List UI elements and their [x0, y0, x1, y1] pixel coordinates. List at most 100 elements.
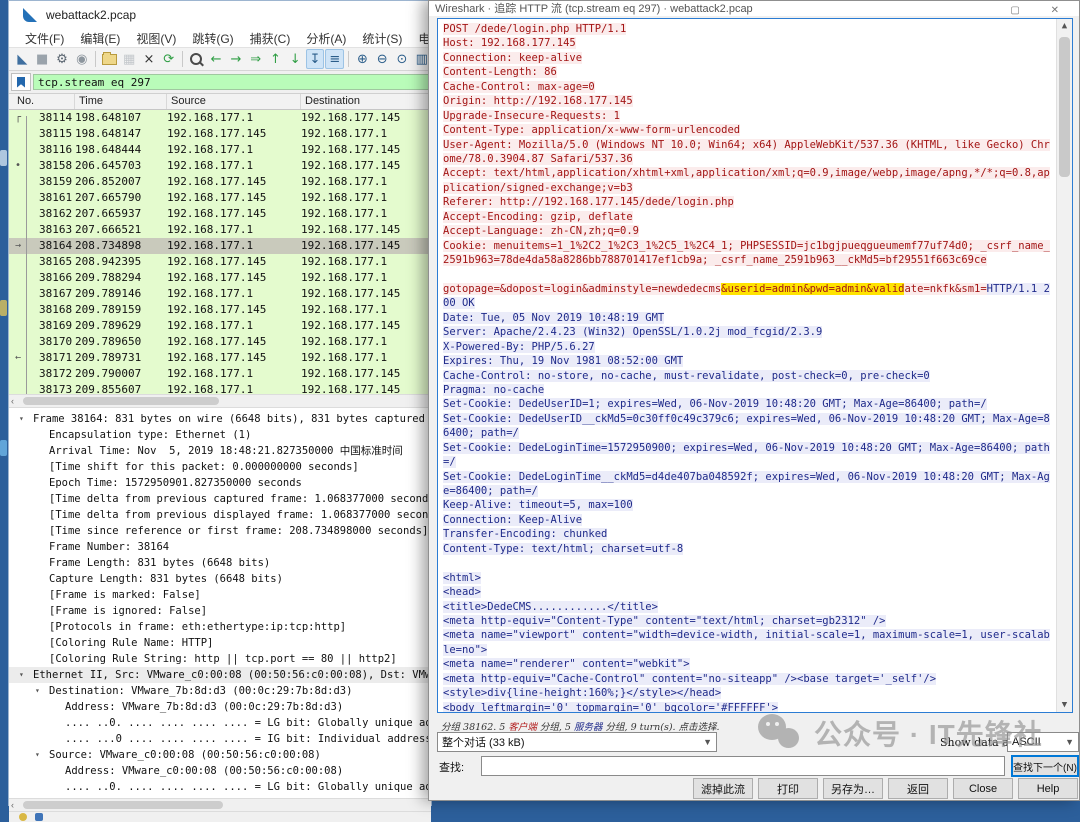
details-hscrollbar[interactable]: ‹: [9, 798, 431, 812]
dialog-window-controls[interactable]: ▢ ✕: [1010, 5, 1073, 16]
close-button[interactable]: Close: [953, 778, 1013, 799]
packet-row[interactable]: 38164208.734898192.168.177.1192.168.177.…: [9, 238, 431, 254]
expert-info-icon[interactable]: [19, 813, 27, 821]
packet-row[interactable]: 38114198.648107192.168.177.1192.168.177.…: [9, 110, 431, 126]
detail-line[interactable]: Arrival Time: Nov 5, 2019 18:48:21.82735…: [9, 443, 431, 459]
packet-row[interactable]: 38115198.648147192.168.177.145192.168.17…: [9, 126, 431, 142]
hscroll-thumb[interactable]: [23, 397, 219, 405]
expand-arrow-icon[interactable]: ▾: [35, 683, 40, 699]
filter-out-stream-button[interactable]: 滤掉此流: [693, 778, 753, 799]
go-first-packet-icon[interactable]: ↑: [266, 49, 285, 69]
packet-row[interactable]: 38162207.665937192.168.177.145192.168.17…: [9, 206, 431, 222]
show-data-as-select[interactable]: ASCII ▼: [1007, 732, 1079, 752]
detail-line[interactable]: [Coloring Rule String: http || tcp.port …: [9, 651, 431, 667]
detail-line[interactable]: Encapsulation type: Ethernet (1): [9, 427, 431, 443]
packet-row[interactable]: 38159206.852007192.168.177.145192.168.17…: [9, 174, 431, 190]
scroll-down-icon[interactable]: ▼: [1057, 698, 1072, 712]
packet-row[interactable]: 38168209.789159192.168.177.145192.168.17…: [9, 302, 431, 318]
detail-line[interactable]: [Time delta from previous displayed fram…: [9, 507, 431, 523]
packet-row[interactable]: 38161207.665790192.168.177.145192.168.17…: [9, 190, 431, 206]
expand-arrow-icon[interactable]: ▾: [35, 747, 40, 763]
stream-vscrollbar[interactable]: ▲ ▼: [1056, 19, 1072, 712]
detail-line[interactable]: [Time shift for this packet: 0.000000000…: [9, 459, 431, 475]
scroll-left-icon[interactable]: ‹: [11, 799, 14, 811]
go-forward-icon[interactable]: →: [227, 49, 246, 69]
scroll-up-icon[interactable]: ▲: [1057, 19, 1072, 33]
close-file-icon[interactable]: ×: [140, 49, 159, 69]
menu-edit[interactable]: 编辑(E): [72, 30, 128, 47]
detail-line[interactable]: [Time delta from previous captured frame…: [9, 491, 431, 507]
menu-go[interactable]: 跳转(G): [184, 30, 241, 47]
conversation-select[interactable]: 整个对话 (33 kB) ▼: [437, 732, 717, 752]
dialog-title-bar[interactable]: Wireshark · 追踪 HTTP 流 (tcp.stream eq 297…: [429, 1, 1079, 16]
detail-line[interactable]: ▾Frame 38164: 831 bytes on wire (6648 bi…: [9, 411, 431, 427]
stream-content[interactable]: POST /dede/login.php HTTP/1.1Host: 192.1…: [437, 18, 1073, 713]
scroll-left-icon[interactable]: ‹: [11, 395, 14, 407]
help-button[interactable]: Help: [1018, 778, 1078, 799]
go-back-icon[interactable]: ←: [207, 49, 226, 69]
detail-line[interactable]: Frame Number: 38164: [9, 539, 431, 555]
detail-line[interactable]: ▾Destination: VMware_7b:8d:d3 (00:0c:29:…: [9, 683, 431, 699]
find-next-button[interactable]: 查找下一个(N): [1011, 755, 1079, 777]
detail-line[interactable]: Address: VMware_7b:8d:d3 (00:0c:29:7b:8d…: [9, 699, 431, 715]
detail-line[interactable]: [Frame is ignored: False]: [9, 603, 431, 619]
hscroll-thumb[interactable]: [23, 801, 223, 809]
reload-file-icon[interactable]: ⟳: [159, 49, 178, 69]
packet-row[interactable]: 38169209.789629192.168.177.1192.168.177.…: [9, 318, 431, 334]
detail-line[interactable]: Capture Length: 831 bytes (6648 bits): [9, 571, 431, 587]
detail-line[interactable]: .... ..0. .... .... .... .... = LG bit: …: [9, 715, 431, 731]
detail-line[interactable]: [Protocols in frame: eth:ethertype:ip:tc…: [9, 619, 431, 635]
menu-file[interactable]: 文件(F): [17, 30, 72, 47]
auto-scroll-icon[interactable]: ↧: [306, 49, 325, 69]
open-file-icon[interactable]: [100, 49, 119, 69]
detail-line[interactable]: [Time since reference or first frame: 20…: [9, 523, 431, 539]
detail-line[interactable]: Frame Length: 831 bytes (6648 bits): [9, 555, 431, 571]
go-last-packet-icon[interactable]: ↓: [286, 49, 305, 69]
packet-row[interactable]: 38116198.648444192.168.177.1192.168.177.…: [9, 142, 431, 158]
vscroll-thumb[interactable]: [1059, 37, 1070, 177]
detail-line[interactable]: Epoch Time: 1572950901.827350000 seconds: [9, 475, 431, 491]
detail-line[interactable]: ▾Source: VMware_c0:00:08 (00:50:56:c0:00…: [9, 747, 431, 763]
go-to-packet-icon[interactable]: ⇒: [246, 49, 265, 69]
detail-line[interactable]: [Coloring Rule Name: HTTP]: [9, 635, 431, 651]
zoom-in-icon[interactable]: ⊕: [353, 49, 372, 69]
column-header-time[interactable]: Time: [75, 94, 167, 109]
packet-row[interactable]: 38165208.942395192.168.177.145192.168.17…: [9, 254, 431, 270]
start-capture-icon[interactable]: ◣: [13, 49, 32, 69]
colorize-icon[interactable]: ≡: [325, 49, 344, 69]
packet-row[interactable]: 38158206.645703192.168.177.1192.168.177.…: [9, 158, 431, 174]
menu-analyze[interactable]: 分析(A): [298, 30, 354, 47]
packet-row[interactable]: 38170209.789650192.168.177.145192.168.17…: [9, 334, 431, 350]
packet-row[interactable]: 38171209.789731192.168.177.145192.168.17…: [9, 350, 431, 366]
zoom-original-icon[interactable]: ⊙: [393, 49, 412, 69]
menu-capture[interactable]: 捕获(C): [242, 30, 299, 47]
print-button[interactable]: 打印: [758, 778, 818, 799]
column-header-no[interactable]: No.: [9, 94, 75, 109]
column-header-source[interactable]: Source: [167, 94, 301, 109]
detail-line[interactable]: Address: VMware_c0:00:08 (00:50:56:c0:00…: [9, 763, 431, 779]
packet-list-hscrollbar[interactable]: ‹: [9, 394, 431, 408]
main-title-bar[interactable]: webattack2.pcap: [9, 1, 431, 29]
back-button[interactable]: 返回: [888, 778, 948, 799]
detail-line[interactable]: [Frame is marked: False]: [9, 587, 431, 603]
detail-line[interactable]: ▾Ethernet II, Src: VMware_c0:00:08 (00:5…: [9, 667, 431, 683]
expand-arrow-icon[interactable]: ▾: [19, 667, 24, 683]
menu-statistics[interactable]: 统计(S): [354, 30, 410, 47]
expand-arrow-icon[interactable]: ▾: [19, 411, 24, 427]
save-as-button[interactable]: 另存为…: [823, 778, 883, 799]
find-packet-icon[interactable]: [187, 49, 206, 69]
menu-view[interactable]: 视图(V): [128, 30, 184, 47]
packet-row[interactable]: 38166209.788294192.168.177.145192.168.17…: [9, 270, 431, 286]
display-filter-input[interactable]: [33, 74, 429, 90]
capture-options-icon[interactable]: ⚙: [53, 49, 72, 69]
find-input[interactable]: [481, 756, 1005, 776]
column-header-destination[interactable]: Destination: [301, 94, 431, 109]
packet-row[interactable]: 38163207.666521192.168.177.1192.168.177.…: [9, 222, 431, 238]
packet-row[interactable]: 38173209.855607192.168.177.1192.168.177.…: [9, 382, 431, 394]
packet-row[interactable]: 38172209.790007192.168.177.1192.168.177.…: [9, 366, 431, 382]
zoom-out-icon[interactable]: ⊖: [373, 49, 392, 69]
detail-line[interactable]: .... ...0 .... .... .... .... = IG bit: …: [9, 731, 431, 747]
filter-bookmark-button[interactable]: [11, 73, 31, 91]
detail-line[interactable]: .... ..0. .... .... .... .... = LG bit: …: [9, 779, 431, 795]
packet-row[interactable]: 38167209.789146192.168.177.1192.168.177.…: [9, 286, 431, 302]
